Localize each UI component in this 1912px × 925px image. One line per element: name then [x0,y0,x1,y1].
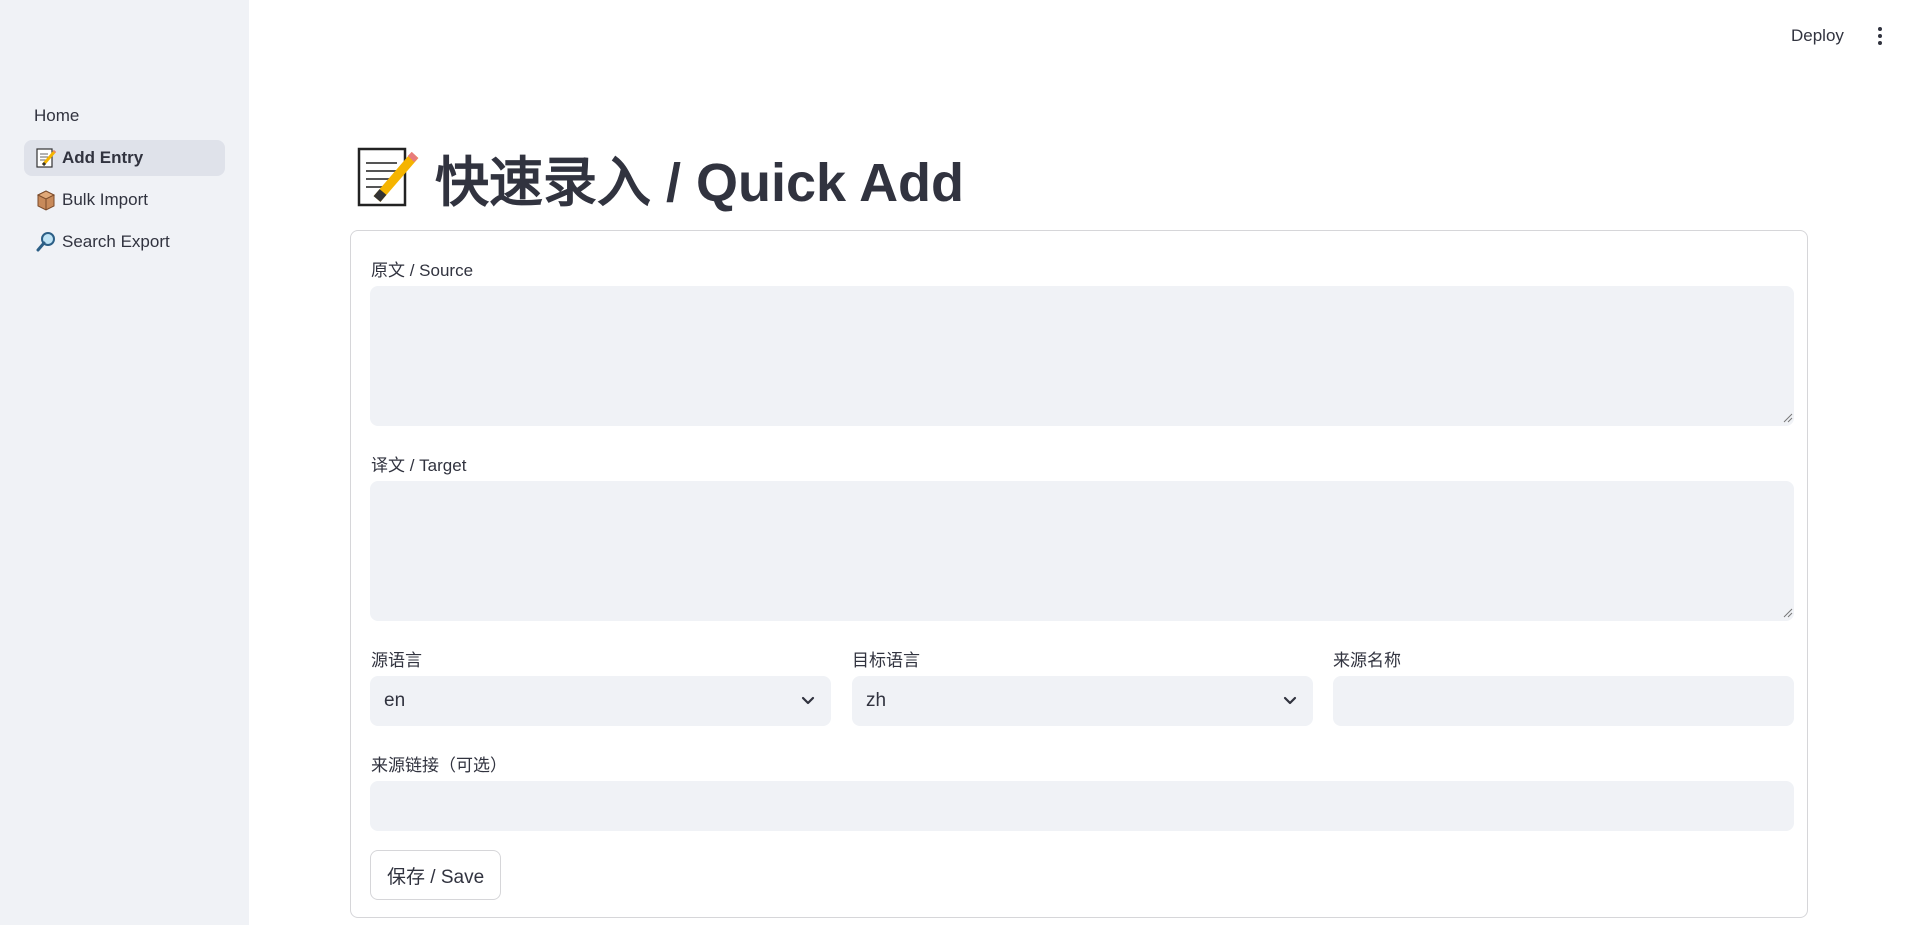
sidebar: Home Add Entry Bulk Import Search Export [0,0,249,925]
source-name-label: 来源名称 [1333,651,1401,670]
source-textarea[interactable] [370,286,1794,426]
sidebar-item-label: Bulk Import [62,190,148,209]
magnifier-icon [34,230,58,254]
sidebar-item-add-entry[interactable]: Add Entry [24,140,225,176]
memo-icon [353,143,421,211]
page-title: 快速录入 / Quick Add [435,152,965,213]
save-button[interactable]: 保存 / Save [370,850,502,900]
sidebar-item-label: Home [34,106,80,125]
source-lang-label: 源语言 [371,651,422,670]
target-label: 译文 / Target [371,456,467,475]
target-lang-select[interactable]: zh [852,676,1313,726]
sidebar-nav: Home Add Entry Bulk Import Search Export [24,98,225,266]
chevron-down-icon [801,696,815,705]
sidebar-item-home[interactable]: Home [24,98,225,134]
chevron-down-icon [1283,696,1297,705]
app-root: Home Add Entry Bulk Import Search Export… [0,0,1912,925]
resize-grip-icon[interactable] [1783,413,1793,423]
deploy-button[interactable]: Deploy [1783,22,1852,50]
target-lang-label: 目标语言 [852,651,920,670]
sidebar-item-bulk-import[interactable]: Bulk Import [24,182,225,218]
memo-icon [34,146,58,170]
quick-add-form: 原文 / Source 译文 / Target 源语言 en 目标语言 zh 来… [350,230,1808,918]
sidebar-item-label: Search Export [62,232,170,251]
target-textarea[interactable] [370,481,1794,621]
package-icon [34,188,58,212]
source-link-label: 来源链接（可选） [371,756,507,775]
source-lang-value: en [384,690,406,711]
kebab-menu-icon[interactable] [1868,23,1892,49]
source-link-input[interactable] [370,781,1794,831]
source-name-input[interactable] [1333,676,1794,726]
resize-grip-icon[interactable] [1783,608,1793,618]
target-lang-value: zh [866,690,887,711]
sidebar-item-search-export[interactable]: Search Export [24,224,225,260]
source-lang-select[interactable]: en [370,676,831,726]
source-label: 原文 / Source [371,261,474,280]
sidebar-item-label: Add Entry [62,148,144,167]
page-header: 快速录入 / Quick Add [353,137,964,217]
